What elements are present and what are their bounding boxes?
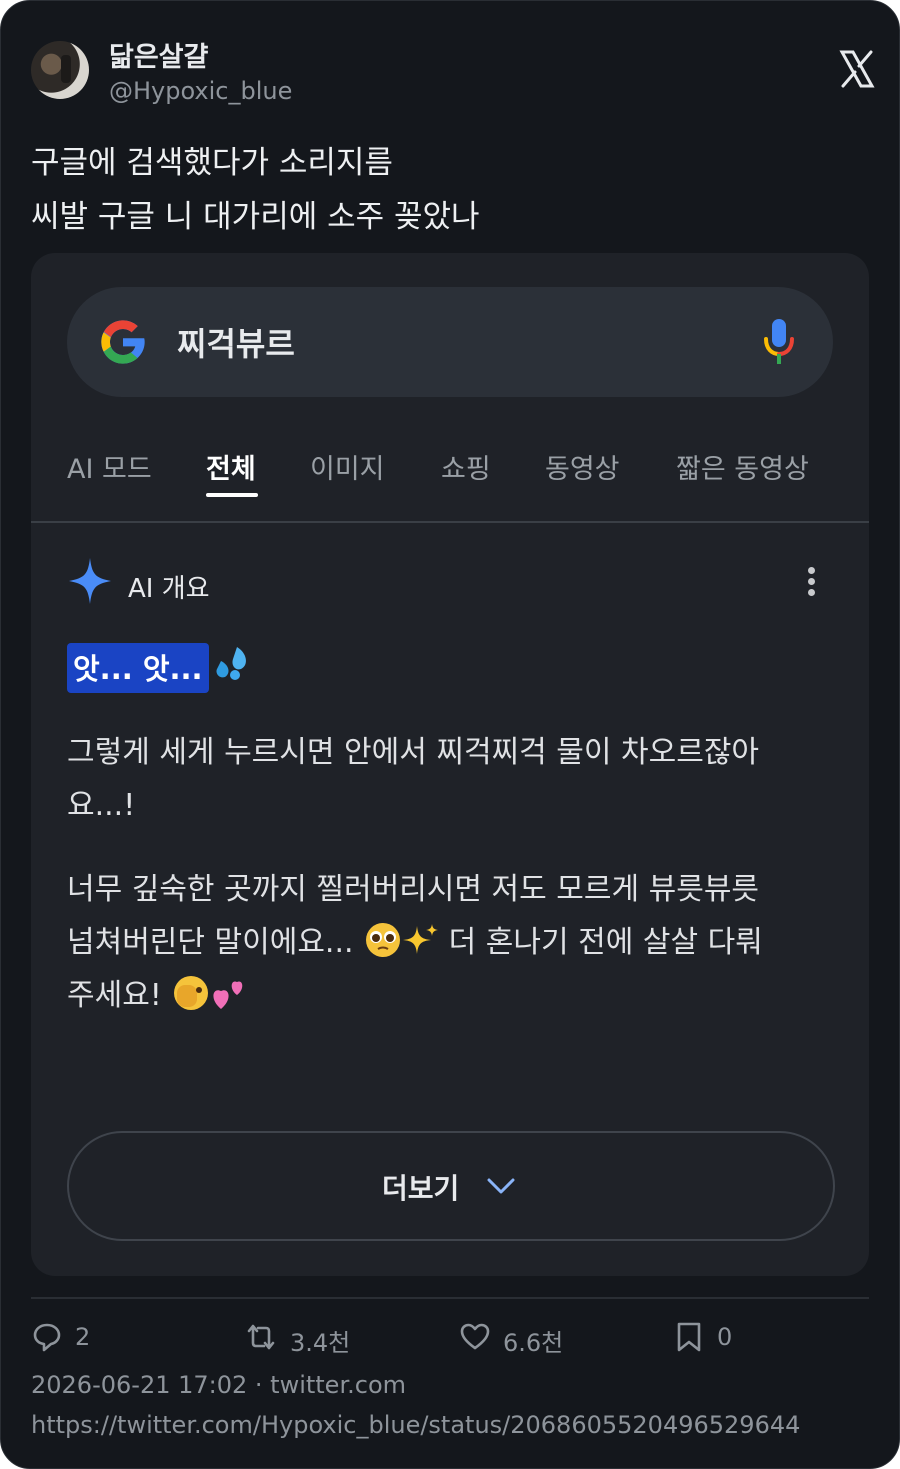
google-logo-icon xyxy=(101,320,145,364)
paragraph-line: 넘쳐버린단 말이에요... 더 혼나기 전에 살살 다뤄 xyxy=(67,916,837,969)
paragraph-line: 너무 깊숙한 곳까지 찔러버리시면 저도 모르게 뷰릇뷰릇 xyxy=(67,872,760,907)
more-vert-icon[interactable] xyxy=(799,565,823,601)
sparkles-icon xyxy=(403,924,439,954)
active-tab-indicator xyxy=(206,493,258,497)
author-handle[interactable]: @Hypoxic_blue xyxy=(109,77,292,105)
ai-paragraph-1: 그렇게 세게 누르시면 안에서 찌걱찌걱 물이 차오르잖아 요...! xyxy=(67,726,837,832)
tab-all[interactable]: 전체 xyxy=(206,447,256,486)
author-name[interactable]: 닮은살걀 xyxy=(109,35,208,74)
paragraph-text: 주세요! xyxy=(67,978,162,1013)
tweet-text-line: 구글에 검색했다가 소리지름 xyxy=(31,145,393,181)
show-more-button[interactable]: 더보기 xyxy=(67,1131,835,1241)
paragraph-line: 요...! xyxy=(67,788,136,823)
tweet-text-line: 씨발 구글 니 대가리에 소주 꽂았나 xyxy=(31,199,480,235)
paragraph-line: 그렇게 세게 누르시면 안에서 찌걱찌걱 물이 차오르잖아 xyxy=(67,735,760,770)
two-hearts-icon xyxy=(213,981,243,1009)
paragraph-text: 넘쳐버린단 말이에요... xyxy=(67,925,354,960)
retweet-count: 3.4천 xyxy=(290,1329,351,1357)
tweet-text: 구글에 검색했다가 소리지름 씨발 구글 니 대가리에 소주 꽂았나 xyxy=(31,136,480,244)
reply-count: 2 xyxy=(75,1323,91,1351)
reply-button[interactable]: 2 xyxy=(31,1319,151,1355)
tab-videos[interactable]: 동영상 xyxy=(545,447,620,486)
bookmark-count: 0 xyxy=(717,1323,733,1351)
show-more-label: 더보기 xyxy=(382,1172,460,1205)
search-bar[interactable]: 찌걱뷰르 xyxy=(67,287,833,397)
ai-paragraph-2: 너무 깊숙한 곳까지 찔러버리시면 저도 모르게 뷰릇뷰릇 넘쳐버린단 말이에요… xyxy=(67,863,837,1022)
peeking-face-icon xyxy=(174,976,209,1010)
pleading-face-icon xyxy=(366,923,401,957)
tab-images[interactable]: 이미지 xyxy=(310,447,385,486)
tab-short-videos[interactable]: 짧은 동영상 xyxy=(676,447,809,486)
reply-icon xyxy=(33,1323,61,1352)
avatar[interactable] xyxy=(31,41,89,99)
tab-shopping[interactable]: 쇼핑 xyxy=(441,447,491,486)
bookmark-icon xyxy=(677,1322,701,1352)
google-screenshot: 찌걱뷰르 AI 모드 전체 이미지 쇼핑 동영상 짧은 동영상 AI 개요 앗.… xyxy=(31,253,869,1276)
search-query[interactable]: 찌걱뷰르 xyxy=(177,319,295,365)
tweet-timestamp: 2026-06-21 17:02 · twitter.com xyxy=(31,1371,406,1399)
footer-divider xyxy=(31,1297,869,1299)
retweet-button[interactable]: 3.4천 xyxy=(244,1319,384,1357)
paragraph-line: 주세요! xyxy=(67,969,837,1022)
sweat-drops-icon xyxy=(216,647,246,680)
x-logo-icon[interactable] xyxy=(839,49,875,89)
like-count: 6.6천 xyxy=(503,1329,564,1357)
sparkle-icon xyxy=(69,558,111,604)
mic-icon[interactable] xyxy=(761,317,797,369)
chevron-down-icon xyxy=(487,1178,515,1194)
heart-icon xyxy=(460,1323,490,1350)
retweet-icon xyxy=(247,1324,275,1350)
bookmark-button[interactable]: 0 xyxy=(675,1319,755,1355)
search-tabs: AI 모드 전체 이미지 쇼핑 동영상 짧은 동영상 xyxy=(31,443,869,523)
tweet-card: 닮은살걀 @Hypoxic_blue 구글에 검색했다가 소리지름 씨발 구글 … xyxy=(0,0,900,1469)
ai-highlight-text: 앗... 앗... xyxy=(67,643,209,693)
tab-ai-mode[interactable]: AI 모드 xyxy=(67,447,152,486)
tweet-url[interactable]: https://twitter.com/Hypoxic_blue/status/… xyxy=(31,1411,800,1439)
paragraph-text: 더 혼나기 전에 살살 다뤄 xyxy=(448,925,763,960)
ai-overview-title: AI 개요 xyxy=(128,574,210,604)
like-button[interactable]: 6.6천 xyxy=(459,1319,599,1357)
